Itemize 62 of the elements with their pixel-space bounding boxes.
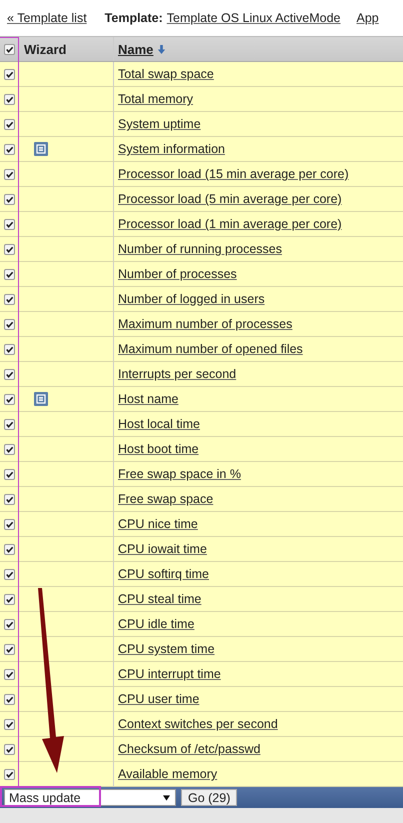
row-checkbox[interactable] [4,118,14,130]
item-link[interactable]: Host name [118,392,178,406]
template-label: Template: [104,11,163,25]
row-checkbox[interactable] [4,444,14,454]
item-link[interactable]: System uptime [118,117,201,131]
item-link[interactable]: System information [118,142,225,156]
row-checkbox[interactable] [4,594,14,604]
row-checkbox[interactable] [4,144,14,154]
row-checkbox[interactable] [4,368,14,380]
item-link[interactable]: Free swap space [118,492,214,506]
item-link[interactable]: CPU interrupt time [118,667,221,681]
row-checkbox[interactable] [4,494,14,504]
item-link[interactable]: Free swap space in % [118,467,241,481]
column-header[interactable]: Name [118,42,154,56]
row-checkbox[interactable] [4,694,14,704]
column-header: Wizard [24,42,66,56]
row-checkbox[interactable] [4,94,14,104]
row-checkbox[interactable] [4,418,14,430]
row-checkbox[interactable] [4,644,14,654]
row-checkbox[interactable] [4,718,14,730]
template-link[interactable]: Template OS Linux ActiveMode [166,11,340,25]
item-link[interactable]: Host boot time [118,442,199,456]
row-checkbox[interactable] [4,218,14,230]
row-checkbox[interactable] [4,294,14,304]
item-link[interactable]: Total swap space [118,67,214,81]
row-checkbox[interactable] [4,668,14,680]
item-link[interactable]: Checksum of /etc/passwd [118,742,260,756]
item-link[interactable]: CPU nice time [118,517,198,531]
select-all-checkbox[interactable] [4,44,14,54]
row-checkbox[interactable] [4,244,14,254]
item-link[interactable]: CPU softirq time [118,567,209,581]
row-checkbox[interactable] [4,768,14,780]
item-link[interactable]: Available memory [118,767,218,781]
row-checkbox[interactable] [4,168,14,180]
applications-link[interactable]: App [356,11,379,25]
go-button[interactable]: Go (29) [181,789,238,806]
row-checkbox[interactable] [4,68,14,80]
item-link[interactable]: CPU iowait time [118,542,207,556]
wizard-icon[interactable] [34,142,48,156]
row-checkbox[interactable] [4,318,14,330]
item-link[interactable]: Total memory [118,92,194,106]
wizard-icon[interactable] [34,392,48,406]
item-link[interactable]: CPU system time [118,642,215,656]
item-link[interactable]: Number of processes [118,267,237,281]
row-checkbox[interactable] [4,518,14,530]
row-checkbox[interactable] [4,544,14,554]
row-checkbox[interactable] [4,344,14,354]
row-checkbox[interactable] [4,194,14,204]
item-link[interactable]: Interrupts per second [118,367,236,381]
row-checkbox[interactable] [4,618,14,630]
row-checkbox[interactable] [4,468,14,480]
item-link[interactable]: CPU idle time [118,617,194,631]
template-list-link[interactable]: « Template list [7,11,87,25]
row-checkbox[interactable] [4,568,14,580]
action-select[interactable]: Mass update [4,789,176,806]
row-checkbox[interactable] [4,268,14,280]
row-checkbox[interactable] [4,394,14,404]
item-link[interactable]: CPU user time [118,692,200,706]
item-link[interactable]: CPU steal time [118,592,202,606]
item-link[interactable]: Host local time [118,417,200,431]
row-checkbox[interactable] [4,744,14,754]
caret-icon [163,794,170,800]
